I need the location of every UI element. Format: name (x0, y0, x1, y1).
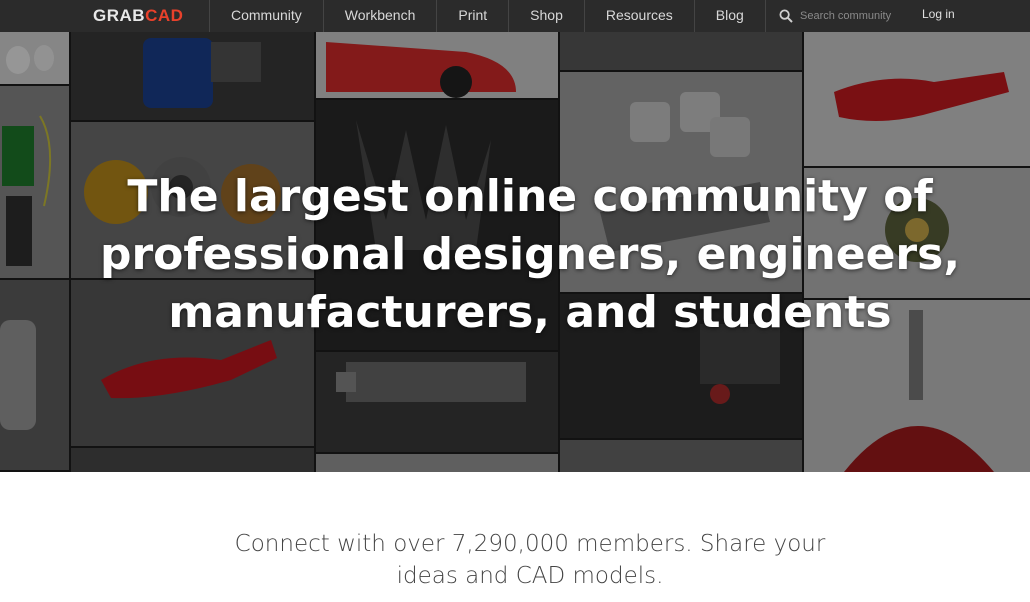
login-link[interactable]: Log in (922, 7, 955, 21)
nav-item-shop[interactable]: Shop (508, 0, 584, 32)
nav-item-community[interactable]: Community (209, 0, 323, 32)
logo-grab-text: GRAB (93, 6, 146, 25)
nav-item-resources[interactable]: Resources (583, 0, 694, 32)
search-icon[interactable] (779, 9, 793, 23)
logo-cad-text: CAD (145, 6, 184, 25)
nav-item-blog[interactable]: Blog (693, 0, 766, 32)
hero-headline: The largest online community of professi… (99, 171, 961, 338)
member-tagline: Connect with over 7,290,000 members. Sha… (234, 531, 826, 589)
nav-item-print[interactable]: Print (436, 0, 508, 32)
search-box[interactable] (779, 6, 910, 26)
search-input[interactable] (800, 10, 910, 22)
hero-banner: The largest online community of professi… (0, 32, 1030, 472)
nav-item-workbench[interactable]: Workbench (322, 0, 437, 32)
top-navigation-bar: GRABCAD Community Workbench Print Shop R… (0, 0, 1030, 32)
main-nav: Community Workbench Print Shop Resources… (209, 0, 766, 32)
grabcad-logo[interactable]: GRABCAD (93, 6, 183, 26)
